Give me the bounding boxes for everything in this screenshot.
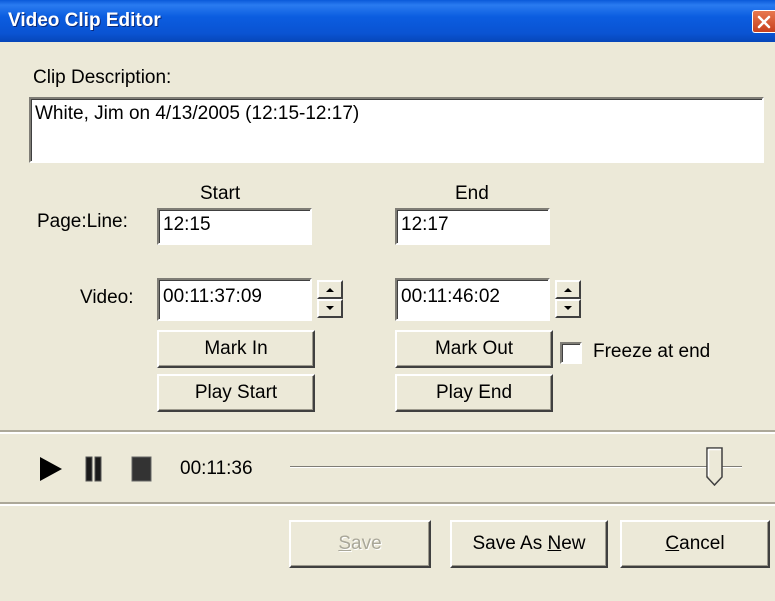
close-button[interactable]: [752, 10, 775, 33]
clip-description-label: Clip Description:: [33, 67, 172, 88]
play-end-label: Play End: [435, 382, 513, 403]
clip-description-field[interactable]: White, Jim on 4/13/2005 (12:15-12:17): [29, 97, 764, 163]
video-label: Video:: [80, 287, 134, 308]
play-start-label: Play Start: [194, 382, 278, 403]
save-as-new-button[interactable]: Save As New: [450, 520, 608, 568]
cancel-accelerator: C: [665, 533, 680, 554]
play-start-button[interactable]: Play Start: [157, 374, 315, 412]
cancel-label-rest: ancel: [679, 533, 725, 554]
cancel-button[interactable]: Cancel: [620, 520, 770, 568]
mark-out-button[interactable]: Mark Out: [395, 330, 553, 368]
video-end-value: 00:11:46:02: [401, 286, 500, 307]
mark-in-button[interactable]: Mark In: [157, 330, 315, 368]
page-line-start-value: 12:15: [163, 214, 211, 235]
video-start-spin-down[interactable]: [317, 299, 343, 318]
spin-up-icon: [564, 288, 572, 292]
play-end-button[interactable]: Play End: [395, 374, 553, 412]
video-end-field[interactable]: 00:11:46:02: [395, 278, 550, 321]
video-start-field[interactable]: 00:11:37:09: [157, 278, 312, 321]
stop-button[interactable]: [130, 456, 154, 487]
pause-icon: [85, 456, 102, 482]
position-slider-thumb[interactable]: [706, 447, 724, 487]
save-as-new-label-pre: Save As: [472, 533, 548, 554]
start-column-header: Start: [200, 183, 241, 204]
separator-top: [0, 430, 775, 434]
end-column-header: End: [455, 183, 489, 204]
save-as-new-label-post: ew: [561, 533, 586, 554]
video-end-spin-up[interactable]: [555, 280, 581, 299]
video-start-spin-up[interactable]: [317, 280, 343, 299]
position-slider-track[interactable]: [290, 466, 742, 468]
save-button[interactable]: Save: [289, 520, 431, 568]
play-icon: [40, 457, 62, 481]
page-line-label: Page:Line:: [37, 211, 128, 232]
mark-in-label: Mark In: [204, 338, 268, 359]
pause-button[interactable]: [85, 456, 103, 487]
spin-down-icon: [326, 306, 334, 310]
save-label-rest: ave: [351, 533, 382, 554]
stop-icon: [131, 456, 152, 482]
save-accelerator: S: [338, 533, 352, 554]
video-end-spin-down[interactable]: [555, 299, 581, 318]
video-start-spinner[interactable]: [317, 280, 343, 318]
freeze-at-end-checkbox[interactable]: [560, 342, 582, 364]
video-clip-editor-window: Video Clip Editor Clip Description: Whit…: [0, 0, 775, 601]
separator-bottom: [0, 502, 775, 506]
title-bar[interactable]: Video Clip Editor: [0, 0, 775, 42]
freeze-at-end-label[interactable]: Freeze at end: [593, 341, 710, 363]
playback-time: 00:11:36: [180, 458, 253, 479]
page-line-end-value: 12:17: [401, 214, 449, 235]
spin-up-icon: [326, 288, 334, 292]
page-line-start-field[interactable]: 12:15: [157, 208, 312, 245]
clip-description-value: White, Jim on 4/13/2005 (12:15-12:17): [35, 103, 360, 124]
spin-down-icon: [564, 306, 572, 310]
save-as-new-accelerator: N: [547, 533, 562, 554]
play-button[interactable]: [38, 456, 64, 487]
page-line-end-field[interactable]: 12:17: [395, 208, 550, 245]
video-end-spinner[interactable]: [555, 280, 581, 318]
mark-out-label: Mark Out: [434, 338, 514, 359]
video-start-value: 00:11:37:09: [163, 286, 262, 307]
window-title: Video Clip Editor: [8, 10, 161, 31]
